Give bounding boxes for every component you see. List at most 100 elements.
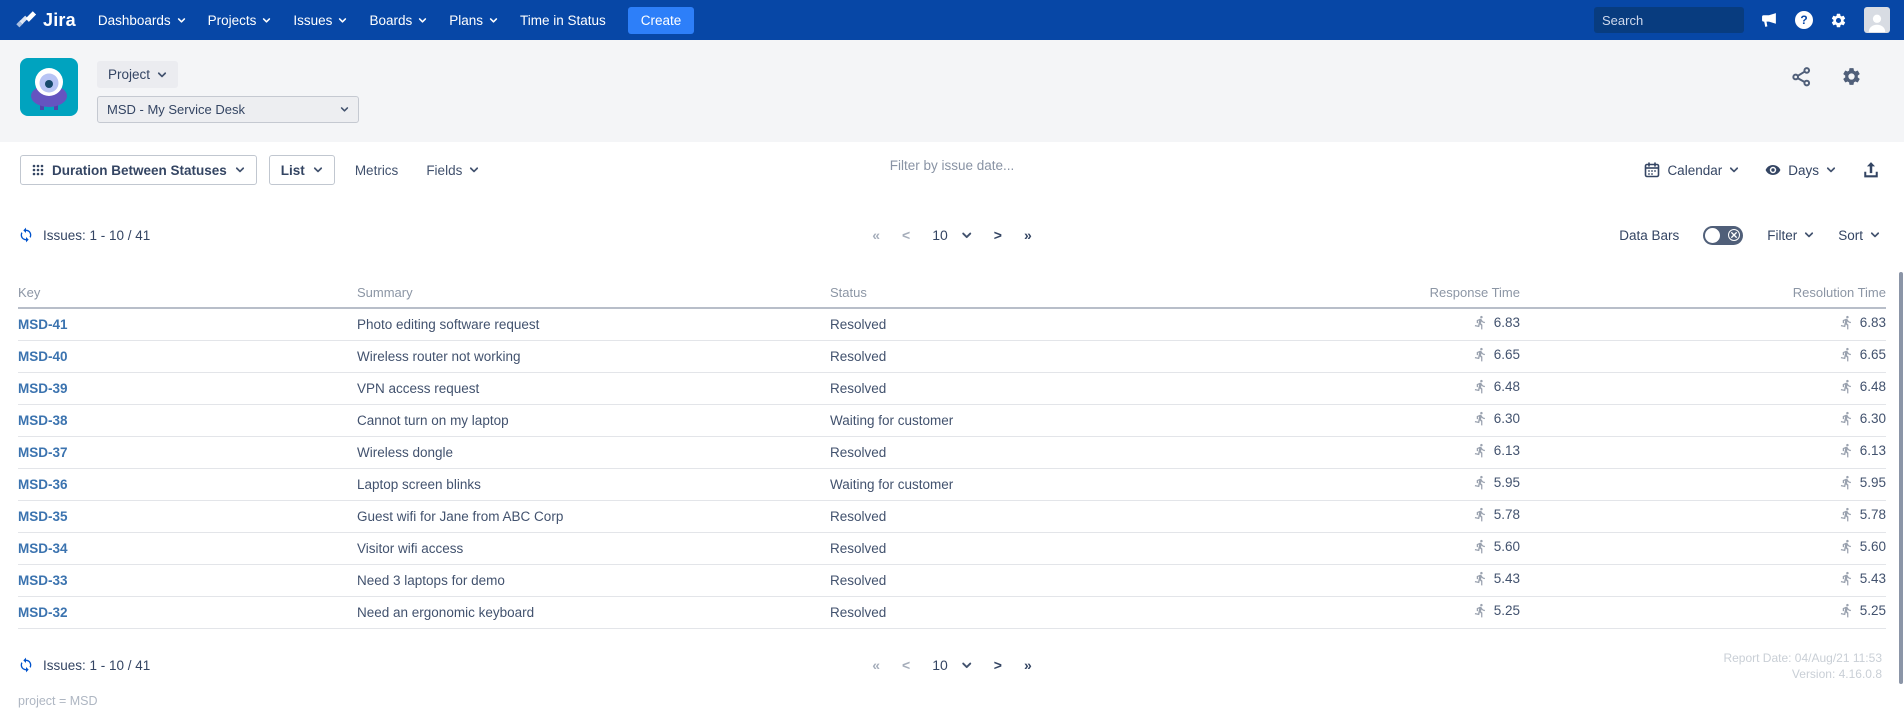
issues-count-label: Issues: 1 - 10 / 41 [43, 658, 150, 673]
units-dropdown[interactable]: Days [1765, 162, 1836, 178]
next-page-button[interactable]: > [994, 227, 1002, 243]
fields-dropdown[interactable]: Fields [418, 163, 487, 178]
table-row: MSD-36 Laptop screen blinks Waiting for … [18, 468, 1886, 500]
runner-icon [1473, 539, 1488, 554]
data-bars-label: Data Bars [1619, 228, 1679, 243]
report-date: Report Date: 04/Aug/21 11:53 [1723, 650, 1882, 666]
global-search[interactable] [1594, 7, 1744, 33]
person-icon [1866, 11, 1888, 33]
runner-icon [1473, 507, 1488, 522]
response-time-value: 6.65 [1494, 347, 1520, 362]
column-header-key: Key [18, 278, 357, 308]
runner-icon [1839, 539, 1854, 554]
pagination-bottom: « < 10 > » [872, 652, 1032, 678]
issue-summary: Wireless router not working [357, 340, 830, 372]
chevron-down-icon [418, 16, 427, 25]
resolution-time-value: 6.83 [1860, 315, 1886, 330]
toggle-knob [1705, 228, 1720, 243]
runner-icon [1839, 603, 1854, 618]
issues-table: Key Summary Status Response Time Resolut… [18, 278, 1886, 629]
create-button[interactable]: Create [628, 7, 695, 34]
issue-status: Resolved [830, 532, 1230, 564]
search-input[interactable] [1602, 13, 1778, 28]
issue-summary: Photo editing software request [357, 308, 830, 340]
table-row: MSD-32 Need an ergonomic keyboard Resolv… [18, 596, 1886, 628]
data-bars-toggle[interactable] [1703, 226, 1743, 245]
runner-icon [1473, 443, 1488, 458]
issue-key-link[interactable]: MSD-39 [18, 381, 68, 396]
project-avatar-art [20, 58, 78, 116]
list-header-bar: Issues: 1 - 10 / 41 « < 10 > » Data Bars… [0, 222, 1904, 248]
runner-icon [1839, 507, 1854, 522]
page-size-select[interactable]: 10 [932, 657, 972, 673]
chevron-down-icon [177, 16, 186, 25]
chevron-down-icon [1729, 165, 1739, 175]
calendar-dropdown[interactable]: Calendar [1644, 162, 1739, 178]
issue-date-filter-input[interactable] [832, 158, 1072, 173]
list-controls-right: Data Bars Filter Sort [1619, 222, 1880, 248]
issue-summary: VPN access request [357, 372, 830, 404]
chevron-down-icon [489, 16, 498, 25]
first-page-button[interactable]: « [872, 227, 880, 243]
table-row: MSD-38 Cannot turn on my laptop Waiting … [18, 404, 1886, 436]
view-selector-button[interactable]: List [269, 155, 335, 185]
settings-icon[interactable] [1830, 12, 1847, 29]
report-settings-icon[interactable] [1841, 66, 1862, 87]
issue-status: Resolved [830, 436, 1230, 468]
share-icon[interactable] [1791, 66, 1812, 87]
filter-dropdown[interactable]: Filter [1767, 228, 1814, 243]
sort-dropdown[interactable]: Sort [1838, 228, 1880, 243]
issue-key-link[interactable]: MSD-36 [18, 477, 68, 492]
runner-icon [1839, 443, 1854, 458]
runner-icon [1839, 475, 1854, 490]
toggle-off-x-icon [1728, 229, 1740, 241]
pagination-top: « < 10 > » [872, 222, 1032, 248]
response-time-value: 5.43 [1494, 571, 1520, 586]
issue-status: Resolved [830, 308, 1230, 340]
user-avatar[interactable] [1864, 7, 1890, 33]
jira-brand[interactable]: Jira [14, 9, 76, 31]
jira-logo-icon [14, 9, 36, 31]
chevron-down-icon [338, 16, 347, 25]
next-page-button[interactable]: > [994, 657, 1002, 673]
nav-item-issues[interactable]: Issues [293, 13, 347, 28]
page-size-select[interactable]: 10 [932, 227, 972, 243]
last-page-button[interactable]: » [1024, 657, 1032, 673]
issue-key-link[interactable]: MSD-34 [18, 541, 68, 556]
issue-key-link[interactable]: MSD-37 [18, 445, 68, 460]
chevron-down-icon [961, 230, 972, 241]
issue-key-link[interactable]: MSD-32 [18, 605, 68, 620]
issue-key-link[interactable]: MSD-40 [18, 349, 68, 364]
issue-key-link[interactable]: MSD-41 [18, 317, 68, 332]
refresh-icon[interactable] [18, 227, 34, 243]
issue-key-link[interactable]: MSD-33 [18, 573, 68, 588]
nav-item-time-in-status[interactable]: Time in Status [520, 13, 606, 28]
announcement-icon[interactable] [1761, 12, 1778, 29]
metrics-tab[interactable]: Metrics [347, 163, 407, 178]
nav-item-projects[interactable]: Projects [208, 13, 272, 28]
issues-count-group: Issues: 1 - 10 / 41 [18, 652, 150, 678]
project-select[interactable]: MSD - My Service Desk [97, 96, 359, 123]
issue-key-link[interactable]: MSD-38 [18, 413, 68, 428]
export-icon[interactable] [1862, 161, 1880, 179]
resolution-time-value: 6.30 [1860, 411, 1886, 426]
issue-key-link[interactable]: MSD-35 [18, 509, 68, 524]
runner-icon [1839, 571, 1854, 586]
issues-count-group: Issues: 1 - 10 / 41 [18, 222, 150, 248]
nav-item-dashboards[interactable]: Dashboards [98, 13, 186, 28]
vertical-scrollbar[interactable] [1899, 272, 1903, 684]
nav-item-plans[interactable]: Plans [449, 13, 498, 28]
report-type-button[interactable]: Duration Between Statuses [20, 155, 257, 185]
last-page-button[interactable]: » [1024, 227, 1032, 243]
issue-summary: Need 3 laptops for demo [357, 564, 830, 596]
jql-query-label: project = MSD [18, 694, 98, 708]
prev-page-button[interactable]: < [902, 227, 910, 243]
first-page-button[interactable]: « [872, 657, 880, 673]
scope-selector-button[interactable]: Project [97, 61, 178, 88]
help-icon[interactable]: ? [1795, 11, 1813, 29]
issue-summary: Guest wifi for Jane from ABC Corp [357, 500, 830, 532]
top-navigation: Jira Dashboards Projects Issues Boards P… [0, 0, 1904, 40]
refresh-icon[interactable] [18, 657, 34, 673]
nav-item-boards[interactable]: Boards [369, 13, 427, 28]
prev-page-button[interactable]: < [902, 657, 910, 673]
